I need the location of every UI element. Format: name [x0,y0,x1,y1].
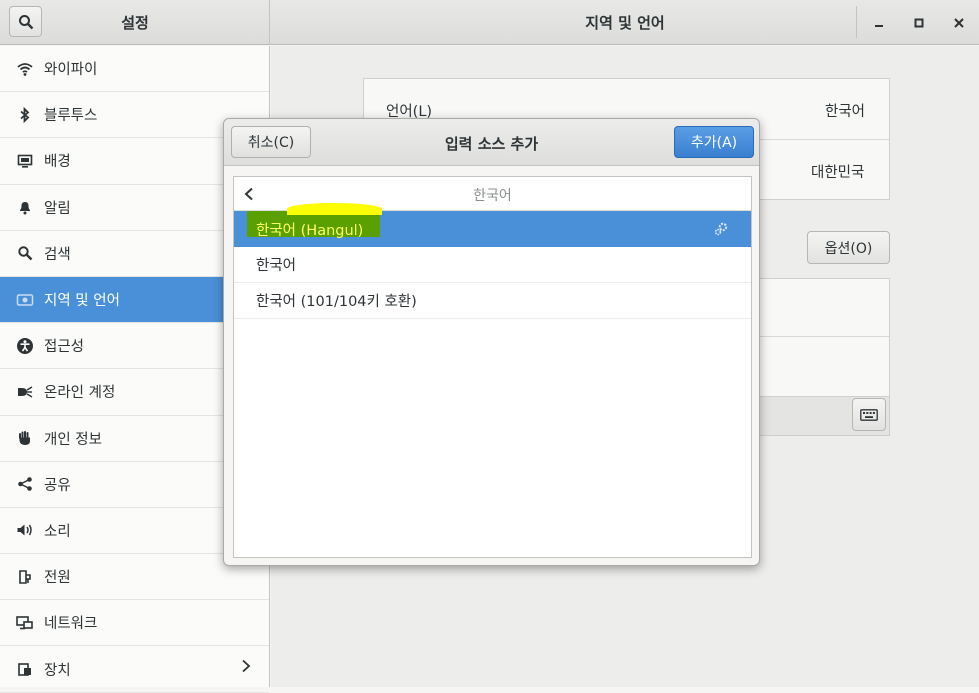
close-button[interactable] [948,12,970,34]
search-icon [16,244,34,262]
close-icon [954,18,964,28]
list-item-korean[interactable]: 한국어 [234,247,751,283]
sidebar-item-label: 접근성 [44,339,85,356]
minimize-icon [875,25,883,27]
sidebar-item-label: 네트워크 [44,616,98,633]
list-item-label: 한국어 [256,258,297,274]
list-header-title: 한국어 [473,188,512,204]
speaker-icon [16,521,34,539]
header-separator [856,6,857,38]
cancel-button[interactable]: 취소(C) [231,126,311,158]
header-bar: 설정 지역 및 언어 [0,0,979,45]
sidebar-item-label: 블루투스 [44,108,98,125]
sidebar-item-label: 온라인 계정 [44,385,116,402]
background-icon [16,152,34,170]
keyboard-layout-button[interactable] [852,398,886,431]
gear-icon[interactable] [713,221,729,241]
online-accounts-icon [16,383,34,401]
language-value[interactable]: 한국어 [825,100,865,121]
list-item-label: 한국어 (101/104키 호환) [256,294,417,310]
privacy-hand-icon [16,429,34,447]
wifi-icon [16,60,34,78]
region-icon [16,291,34,309]
add-button[interactable]: 추가(A) [674,126,754,158]
list-item-hangul[interactable]: 한국어 (Hangul) [234,203,751,247]
options-button[interactable]: 옵션(O) [807,231,890,264]
search-button[interactable] [9,6,42,37]
chevron-right-icon [241,659,251,677]
maximize-button[interactable] [908,12,930,34]
sidebar-item-label: 공유 [44,477,71,494]
maximize-icon [914,18,924,28]
sidebar-title: 설정 [121,14,149,32]
dialog-header: 취소(C) 입력 소스 추가 추가(A) [224,119,759,166]
chevron-left-icon [244,187,253,201]
sidebar-item-network[interactable]: 네트워크 [0,600,269,647]
sidebar-item-label: 배경 [44,154,71,171]
sidebar-item-label: 와이파이 [44,62,98,79]
sidebar-item-devices[interactable]: 장치 [0,646,269,693]
formats-value[interactable]: 대한민국 [811,161,864,182]
list-item-label: 한국어 (Hangul) [256,222,364,239]
add-input-source-dialog: 취소(C) 입력 소스 추가 추가(A) 한국어 한국어 (Hangul) 한국… [223,118,760,566]
sidebar-item-label: 장치 [44,662,71,679]
dialog-title: 입력 소스 추가 [444,135,539,153]
list-item-korean-101-104[interactable]: 한국어 (101/104키 호환) [234,283,751,319]
devices-icon [16,660,34,678]
sidebar-item-label: 개인 정보 [44,431,102,448]
sidebar-item-label: 지역 및 언어 [44,293,120,310]
share-icon [16,475,34,493]
input-source-list: 한국어 한국어 (Hangul) 한국어 한국어 (101/104키 호환) [233,176,752,558]
sidebar-item-wifi[interactable]: 와이파이 [0,46,269,93]
power-icon [16,568,34,586]
minimize-button[interactable] [868,12,890,34]
accessibility-icon [16,337,34,355]
sidebar-item-label: 검색 [44,246,71,263]
sidebar-item-label: 전원 [44,570,71,587]
search-icon [18,14,33,29]
sidebar-item-label: 소리 [44,523,71,540]
back-button[interactable] [240,185,258,203]
keyboard-icon [860,408,878,421]
sidebar-item-label: 알림 [44,200,71,217]
sidebar-header: 설정 [0,0,270,45]
network-icon [16,614,34,632]
bluetooth-icon [16,106,34,124]
bell-icon [16,198,34,216]
